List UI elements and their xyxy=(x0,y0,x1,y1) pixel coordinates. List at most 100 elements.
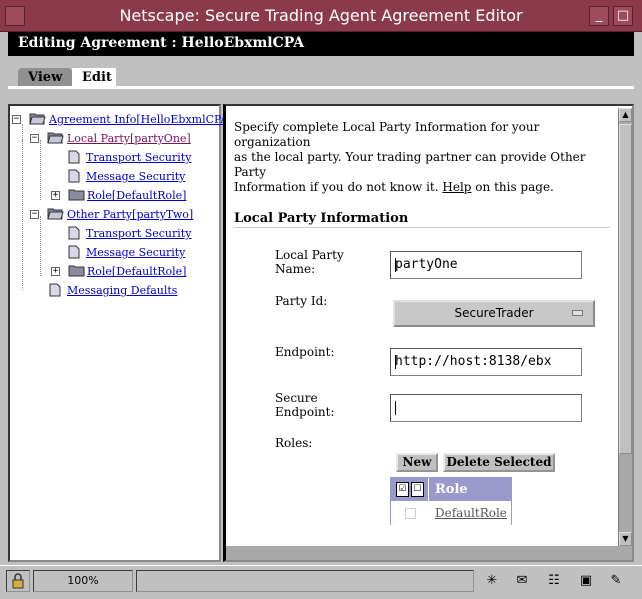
status-bar: 100% ✳ ✉ ☷ ▣ ✎ xyxy=(0,565,642,599)
intro-line: as the local party. Your trading partner… xyxy=(234,150,586,179)
help-link[interactable]: Help xyxy=(442,180,471,194)
tree-label[interactable]: Role[DefaultRole] xyxy=(87,189,186,202)
label-line: Endpoint: xyxy=(275,405,335,419)
section-heading: Local Party Information xyxy=(234,211,409,226)
select-all-icon[interactable]: ☑ xyxy=(396,482,409,497)
tree-label[interactable]: Role[DefaultRole] xyxy=(87,265,186,278)
open-folder-icon xyxy=(47,132,64,144)
expand-icon[interactable]: + xyxy=(51,267,60,276)
zoom-level: 100% xyxy=(33,570,133,592)
tree-label[interactable]: Local Party[partyOne] xyxy=(67,132,191,145)
roles-table-header: ☑ ☐ Role xyxy=(391,478,511,501)
tree-item-local-role[interactable]: + Role[DefaultRole] xyxy=(51,188,219,204)
mail-icon[interactable]: ✉ xyxy=(512,573,532,591)
collapse-icon[interactable]: − xyxy=(30,210,39,219)
roles-label: Roles: xyxy=(275,436,313,450)
party-name-input[interactable]: partyOne xyxy=(390,251,582,279)
label-line: Name: xyxy=(275,262,316,276)
intro-line-part: Information if you do not know it. xyxy=(234,180,443,194)
endpoint-label: Endpoint: xyxy=(275,345,335,359)
select-value: SecureTrader xyxy=(454,306,534,320)
section-divider xyxy=(234,227,610,228)
status-message xyxy=(136,570,474,592)
tree-item-local-message-security[interactable]: Message Security xyxy=(68,169,218,185)
navigator-icon[interactable]: ✳ xyxy=(482,573,502,591)
tree-label[interactable]: Messaging Defaults xyxy=(67,284,177,297)
intro-line: Information if you do not know it. Help … xyxy=(234,180,609,195)
deselect-all-icon[interactable]: ☐ xyxy=(411,482,424,497)
tree-connector xyxy=(22,140,23,290)
roles-table: ☑ ☐ Role DefaultRole xyxy=(390,477,512,525)
intro-line: Specify complete Local Party Information… xyxy=(234,120,540,149)
minimize-button[interactable]: _ xyxy=(589,6,609,26)
endpoint-input[interactable]: http://host:8138/ebx xyxy=(390,348,582,376)
document-icon xyxy=(68,150,80,164)
party-name-label: Local Party Name: xyxy=(275,248,344,276)
tab-view[interactable]: View xyxy=(18,68,72,88)
intro-line-part: on this page. xyxy=(471,180,554,194)
input-value: partyOne xyxy=(395,257,458,272)
tab-underline xyxy=(8,86,634,89)
tree-label[interactable]: Message Security xyxy=(86,170,185,183)
role-column-header: Role xyxy=(435,482,468,497)
tree-item-other-transport-security[interactable]: Transport Security xyxy=(68,226,218,242)
document-icon xyxy=(68,245,80,259)
tree-item-agreement-info[interactable]: − Agreement Info[HelloEbxmlCPA] xyxy=(12,112,233,128)
intro-text: Specify complete Local Party Information… xyxy=(234,120,609,195)
horizontal-scrollbar[interactable] xyxy=(226,546,632,560)
open-folder-icon xyxy=(47,208,64,220)
tree-item-local-party[interactable]: − Local Party[partyOne] xyxy=(30,131,220,147)
text-caret xyxy=(395,400,396,415)
new-role-button[interactable]: New xyxy=(396,453,438,472)
document-icon xyxy=(68,226,80,240)
expand-icon[interactable]: + xyxy=(51,191,60,200)
discussion-icon[interactable]: ☷ xyxy=(544,573,564,591)
agreement-tree-panel: − Agreement Info[HelloEbxmlCPA] − Local … xyxy=(8,104,233,562)
role-link[interactable]: DefaultRole xyxy=(435,506,507,520)
tree-label[interactable]: Message Security xyxy=(86,246,185,259)
table-row: DefaultRole xyxy=(391,502,511,525)
edit-pencil-icon[interactable]: ✎ xyxy=(606,573,626,591)
folder-icon xyxy=(68,189,85,201)
open-folder-icon xyxy=(29,113,46,125)
tree-item-other-role[interactable]: + Role[DefaultRole] xyxy=(51,264,219,280)
window-title: Netscape: Secure Trading Agent Agreement… xyxy=(119,6,523,25)
editing-agreement-header: Editing Agreement : HelloEbxmlCPA xyxy=(8,32,634,56)
party-id-label: Party Id: xyxy=(275,294,328,308)
secure-endpoint-label: Secure Endpoint: xyxy=(275,391,335,419)
party-id-select[interactable]: SecureTrader xyxy=(393,300,595,327)
folder-icon xyxy=(68,265,85,277)
tree-label[interactable]: Transport Security xyxy=(86,227,191,240)
document-icon xyxy=(68,169,80,183)
scroll-down-arrow-icon[interactable]: ▼ xyxy=(619,532,632,546)
security-lock-icon[interactable] xyxy=(6,570,30,592)
tab-strip: View Edit xyxy=(8,56,634,88)
delete-selected-button[interactable]: Delete Selected xyxy=(443,453,555,472)
row-checkbox[interactable] xyxy=(405,508,416,519)
collapse-icon[interactable]: − xyxy=(12,115,21,124)
secure-endpoint-input[interactable] xyxy=(390,394,582,422)
dropdown-indicator-icon xyxy=(572,310,583,316)
tree-label[interactable]: Other Party[partyTwo] xyxy=(67,208,193,221)
tree-item-local-transport-security[interactable]: Transport Security xyxy=(68,150,218,166)
window-title-bar: Netscape: Secure Trading Agent Agreement… xyxy=(0,0,642,32)
collapse-icon[interactable]: − xyxy=(30,134,39,143)
input-value: http://host:8138/ebx xyxy=(395,354,552,369)
tree-label[interactable]: Transport Security xyxy=(86,151,191,164)
tree-item-messaging-defaults[interactable]: Messaging Defaults xyxy=(49,283,219,299)
tree-item-other-message-security[interactable]: Message Security xyxy=(68,245,218,261)
tree-connector xyxy=(40,140,41,200)
tree-connector xyxy=(40,216,41,276)
tree-label[interactable]: Agreement Info[HelloEbxmlCPA] xyxy=(49,113,233,126)
tree-item-other-party[interactable]: − Other Party[partyTwo] xyxy=(30,207,220,223)
vertical-scrollbar[interactable]: ▲ ▼ xyxy=(618,108,632,546)
label-line: Secure xyxy=(275,391,318,405)
scroll-thumb[interactable] xyxy=(619,124,632,454)
header-separator xyxy=(428,478,429,501)
label-line: Local Party xyxy=(275,248,344,262)
tab-edit[interactable]: Edit xyxy=(72,68,116,88)
composer-icon[interactable]: ▣ xyxy=(576,573,596,591)
document-icon xyxy=(49,283,61,297)
maximize-button[interactable]: □ xyxy=(613,6,633,26)
scroll-up-arrow-icon[interactable]: ▲ xyxy=(619,108,632,122)
